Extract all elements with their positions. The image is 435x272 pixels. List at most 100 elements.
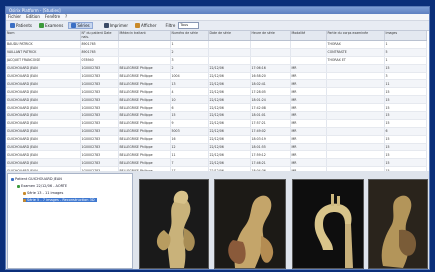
table-cell: 22/12/06: [208, 103, 251, 113]
column-header[interactable]: Images: [384, 31, 427, 41]
table-cell: MR: [290, 72, 327, 81]
table-cell: 22/12/06: [208, 150, 251, 160]
table-cell: 1G0002783: [80, 87, 119, 97]
column-header[interactable]: Date de série: [208, 31, 251, 41]
tree-node[interactable]: Série 13 - 11 images: [23, 191, 63, 195]
table-row[interactable]: GUICHOUARD JEAN 1G0002783 BELLEGRISE Phili…: [6, 64, 427, 73]
aorta-render-icon: [140, 180, 208, 268]
display-button[interactable]: Afficher: [133, 22, 158, 29]
thumbnail-1[interactable]: Vol 1: [139, 179, 209, 269]
table-cell: [208, 48, 251, 57]
table-row[interactable]: GUICHOUARD JEAN 1G0002783 BELLEGRISE Phili…: [6, 79, 427, 89]
table-cell: GUICHOUARD JEAN: [6, 103, 81, 113]
menu-help[interactable]: ?: [65, 14, 67, 20]
table-row[interactable]: GUICHOUARD JEAN 1G0002783 BELLEGRISE Phili…: [6, 150, 427, 160]
thumbnail-4[interactable]: Vol 4: [368, 179, 428, 269]
table-row[interactable]: VAILLANT PATRICK 8901765 2 CONTRASTE 5: [6, 48, 427, 57]
table-cell: BELLEGRISE Philippe: [118, 127, 171, 136]
thumbnail-2[interactable]: Vol 2: [214, 179, 286, 269]
table-cell: 22/12/06: [208, 87, 251, 97]
tree-node[interactable]: Patient GUICHOUARD JEAN: [11, 177, 62, 181]
table-cell: 18:02:41: [250, 79, 291, 89]
table-cell: [326, 79, 385, 89]
table-cell: 9: [170, 119, 209, 128]
table-cell: 6: [170, 103, 209, 113]
column-header[interactable]: Médecin traitant: [118, 31, 171, 41]
table-cell: 17:42:08: [250, 103, 291, 113]
table-row[interactable]: GUICHOUARD JEAN 1G0002783 BELLEGRISE Phili…: [6, 119, 427, 128]
tree-node[interactable]: Examen 22/12/06 - AORTE: [17, 184, 67, 188]
table-cell: 1: [384, 56, 427, 65]
table-row[interactable]: GUICHOUARD JEAN 1G0002783 BELLEGRISE Phili…: [6, 143, 427, 152]
window-title: Osirix Platform - [Studies]: [6, 7, 429, 14]
thumbnail-3[interactable]: Vol 3: [292, 179, 364, 269]
table-cell: 22/12/06: [208, 111, 251, 120]
filter-select[interactable]: Tous: [178, 22, 200, 29]
table-cell: 1G0002783: [80, 127, 119, 136]
table-row[interactable]: GUICHOUARD JEAN 1G0002783 BELLEGRISE Phili…: [6, 72, 427, 81]
table-cell: 22/12/06: [208, 64, 251, 73]
column-header[interactable]: Numéro de série: [170, 31, 209, 41]
column-header[interactable]: Nom: [6, 31, 81, 41]
table-cell: BELLEGRISE Philippe: [118, 143, 171, 152]
column-header[interactable]: Modalité: [290, 31, 327, 41]
table-row[interactable]: GUICHOUARD JEAN 1G0002783 BELLEGRISE Phili…: [6, 158, 427, 168]
table-cell: 22/12/06: [208, 143, 251, 152]
table-cell: 16:58:20: [250, 72, 291, 81]
table-cell: 6: [384, 127, 427, 136]
table-row[interactable]: GUICHOUARD JEAN 1G0002783 BELLEGRISE Phili…: [6, 135, 427, 144]
table-cell: [250, 48, 291, 57]
table-row[interactable]: JACQUET FRANCOISE 078940 3 THORAX ET 1: [6, 56, 427, 65]
column-header[interactable]: Partie du corps examinée: [326, 31, 385, 41]
table-row[interactable]: BAUDU PATRICK 8901765 1 THORAX 1: [6, 40, 427, 49]
table-row[interactable]: GUICHOUARD JEAN 1G0002783 BELLEGRISE Phili…: [6, 111, 427, 120]
table-cell: 15: [384, 111, 427, 120]
table-cell: 11: [170, 150, 209, 160]
table-cell: 18:03:19: [250, 135, 291, 144]
tree-node[interactable]: Série 5 - 7 images - Reconstruction 3D: [23, 198, 97, 202]
column-header[interactable]: Heure de série: [250, 31, 291, 41]
table-cell: BELLEGRISE Philippe: [118, 111, 171, 120]
table-cell: 15: [384, 103, 427, 113]
table-cell: [250, 40, 291, 49]
table-cell: BAUDU PATRICK: [6, 40, 81, 49]
table-cell: 1G0002783: [80, 103, 119, 113]
exams-icon: [39, 23, 45, 28]
tree-node-label: Patient GUICHOUARD JEAN: [15, 177, 62, 181]
table-cell: 1G0002783: [80, 64, 119, 73]
exams-button[interactable]: Examens: [37, 22, 65, 29]
table-cell: 22/12/06: [208, 135, 251, 144]
table-cell: 078940: [80, 56, 119, 65]
table-cell: MR: [290, 95, 327, 105]
table-cell: 5: [384, 48, 427, 57]
series-button[interactable]: Séries: [68, 22, 93, 29]
table-cell: 2: [170, 48, 209, 57]
toolbar: Patients Examens Séries Imprimer Affiche…: [6, 21, 429, 31]
table-cell: MR: [290, 150, 327, 160]
patients-button[interactable]: Patients: [8, 22, 34, 29]
column-header[interactable]: N° du patient Date nais.: [80, 31, 119, 41]
filter-label: Filtre: [165, 23, 176, 28]
table-cell: MR: [290, 143, 327, 152]
table-row[interactable]: GUICHOUARD JEAN 1G0002783 BELLEGRISE Phili…: [6, 127, 427, 136]
menu-window[interactable]: Fenêtre: [45, 14, 60, 20]
table-cell: 1G0002783: [80, 119, 119, 128]
table-cell: [326, 150, 385, 160]
series-icon: [23, 198, 26, 202]
menu-edit[interactable]: Edition: [26, 14, 40, 20]
menu-file[interactable]: Fichier: [8, 14, 21, 20]
table-row[interactable]: GUICHOUARD JEAN 1G0002783 BELLEGRISE Phili…: [6, 87, 427, 97]
table-cell: [326, 127, 385, 136]
table-cell: [326, 87, 385, 97]
table-cell: 17:59:12: [250, 150, 291, 160]
table-cell: [118, 56, 171, 65]
patient-icon: [11, 177, 14, 181]
table-cell: [326, 103, 385, 113]
table-cell: 13: [170, 79, 209, 89]
print-button[interactable]: Imprimer: [102, 22, 130, 29]
table-cell: BELLEGRISE Philippe: [118, 150, 171, 160]
table-cell: [290, 40, 327, 49]
table-cell: BELLEGRISE Philippe: [118, 135, 171, 144]
table-row[interactable]: GUICHOUARD JEAN 1G0002783 BELLEGRISE Phili…: [6, 95, 427, 105]
table-row[interactable]: GUICHOUARD JEAN 1G0002783 BELLEGRISE Phili…: [6, 103, 427, 113]
